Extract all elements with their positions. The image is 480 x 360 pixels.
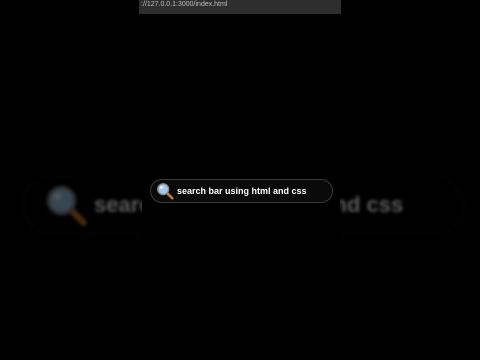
magnifying-glass-icon-large xyxy=(46,185,87,226)
search-bar[interactable]: search bar using html and css xyxy=(150,179,333,203)
address-bar[interactable]: ://127.0.0.1:3000/index.html xyxy=(139,0,341,14)
magnifying-glass-icon xyxy=(157,183,174,200)
url-text: ://127.0.0.1:3000/index.html xyxy=(141,1,228,8)
search-text: search bar using html and css xyxy=(177,186,307,196)
background-text-right: nd css xyxy=(333,192,404,217)
